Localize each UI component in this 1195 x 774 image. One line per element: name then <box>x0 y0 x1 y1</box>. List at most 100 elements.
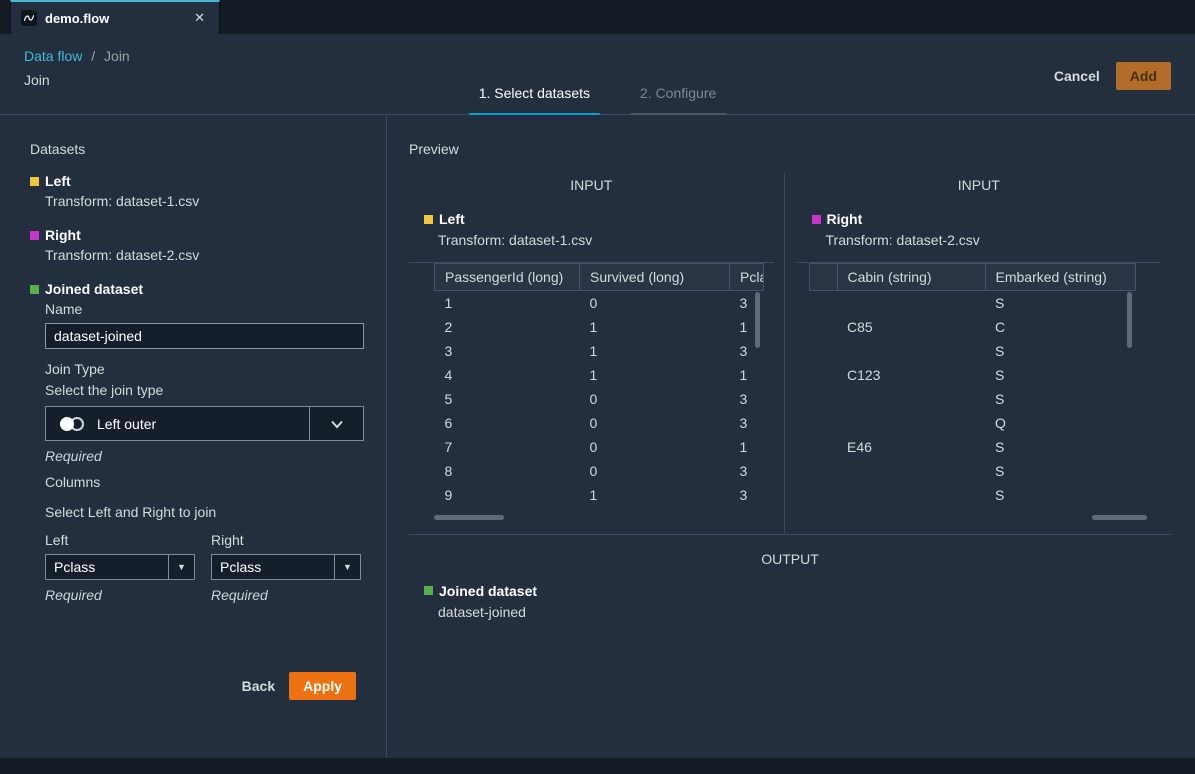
dataset-name: Left <box>439 211 465 227</box>
output-dataset-value: dataset-joined <box>438 604 1171 620</box>
table-cell <box>837 483 985 507</box>
table-cell <box>809 483 837 507</box>
input-section-title: INPUT <box>409 177 774 193</box>
table-row: 701 <box>435 435 764 459</box>
table-cell: 3 <box>730 411 764 435</box>
join-type-label: Join Type <box>45 361 362 377</box>
wizard-steps: 1. Select datasets 2. Configure <box>469 85 727 115</box>
panel-actions: Back Apply <box>242 672 356 700</box>
dataset-name: Right <box>827 211 863 227</box>
table-cell: C123 <box>837 363 985 387</box>
columns-hint: Select Left and Right to join <box>45 504 362 520</box>
add-button[interactable]: Add <box>1116 62 1171 90</box>
breadcrumb-data-flow-link[interactable]: Data flow <box>24 48 82 64</box>
left-outer-join-icon <box>60 416 85 432</box>
breadcrumb: Data flow / Join <box>24 48 1171 64</box>
input-section-title: INPUT <box>797 177 1162 193</box>
dataset-transform: Transform: dataset-1.csv <box>438 232 774 248</box>
cancel-button[interactable]: Cancel <box>1054 68 1100 84</box>
table-cell: E46 <box>837 435 985 459</box>
status-bar <box>0 758 1195 774</box>
table-row: 803 <box>435 459 764 483</box>
dataset-name: Joined dataset <box>439 583 537 599</box>
column-header: PassengerId (long) <box>435 264 580 291</box>
input-right-preview: INPUT Right Transform: dataset-2.csv Cab… <box>784 173 1172 534</box>
table-row: S <box>809 459 1135 483</box>
column-header: Embarked (string) <box>985 264 1135 291</box>
left-dataset-table: PassengerId (long)Survived (long)Pclass1… <box>434 263 763 507</box>
table-row: 103 <box>435 291 764 315</box>
datasets-label: Datasets <box>30 141 362 157</box>
breadcrumb-current: Join <box>104 48 130 64</box>
table-row: 313 <box>435 339 764 363</box>
right-dataset-table: Cabin (string)Embarked (string)SC85CSC12… <box>809 263 1135 507</box>
left-dataset-color-swatch <box>30 177 39 186</box>
right-dataset-color-swatch <box>30 231 39 240</box>
close-icon[interactable]: ✕ <box>190 8 209 28</box>
table-row: 603 <box>435 411 764 435</box>
join-type-value: Left outer <box>97 416 156 432</box>
table-cell: S <box>985 459 1135 483</box>
tab-title: demo.flow <box>45 11 190 26</box>
output-dataset: Joined dataset dataset-joined <box>409 583 1171 620</box>
table-cell: 1 <box>435 291 580 315</box>
header: Data flow / Join Join 1. Select datasets… <box>0 34 1195 115</box>
table-row: 913 <box>435 483 764 507</box>
table-row: S <box>809 483 1135 507</box>
table-cell: 1 <box>580 339 730 363</box>
table-cell: C <box>985 315 1135 339</box>
column-header <box>809 264 837 291</box>
right-dataset-color-swatch <box>812 215 821 224</box>
horizontal-scrollbar[interactable] <box>1092 515 1147 520</box>
required-hint: Required <box>211 587 361 603</box>
table-row: C123S <box>809 363 1135 387</box>
table-cell: 4 <box>435 363 580 387</box>
left-column-select[interactable]: Pclass ▼ <box>45 554 195 580</box>
horizontal-scrollbar[interactable] <box>434 515 504 520</box>
join-config-panel: Datasets Left Transform: dataset-1.csv R… <box>0 115 387 758</box>
table-cell: C85 <box>837 315 985 339</box>
table-cell: 3 <box>435 339 580 363</box>
dataset-name: Right <box>45 227 81 243</box>
table-row: 211 <box>435 315 764 339</box>
table-row: C85C <box>809 315 1135 339</box>
table-cell: 0 <box>580 291 730 315</box>
dropdown-arrow-icon: ▼ <box>168 555 194 579</box>
tab-demo-flow[interactable]: demo.flow ✕ <box>10 0 220 34</box>
vertical-scrollbar[interactable] <box>755 292 760 348</box>
dataset-transform: Transform: dataset-2.csv <box>45 247 362 263</box>
table-cell <box>809 459 837 483</box>
dataset-name: Left <box>45 173 71 189</box>
dataset-name: Joined dataset <box>45 281 143 297</box>
table-cell <box>809 339 837 363</box>
tab-configure[interactable]: 2. Configure <box>630 85 726 115</box>
left-column-label: Left <box>45 532 195 548</box>
right-column-value: Pclass <box>212 559 261 575</box>
table-row: Q <box>809 411 1135 435</box>
back-button[interactable]: Back <box>242 678 275 694</box>
table-cell: 9 <box>435 483 580 507</box>
vertical-scrollbar[interactable] <box>1127 292 1132 348</box>
right-column-select[interactable]: Pclass ▼ <box>211 554 361 580</box>
chevron-down-icon[interactable] <box>309 407 363 440</box>
table-cell: 1 <box>730 363 764 387</box>
main-content: Datasets Left Transform: dataset-1.csv R… <box>0 115 1195 758</box>
table-cell: Q <box>985 411 1135 435</box>
table-cell: 7 <box>435 435 580 459</box>
table-row: S <box>809 339 1135 363</box>
input-left-preview: INPUT Left Transform: dataset-1.csv Pass… <box>409 173 784 534</box>
table-cell: S <box>985 363 1135 387</box>
table-cell <box>837 387 985 411</box>
join-type-select[interactable]: Left outer <box>45 406 364 441</box>
right-column-label: Right <box>211 532 361 548</box>
inputs-row: INPUT Left Transform: dataset-1.csv Pass… <box>409 173 1171 535</box>
table-cell: 3 <box>730 387 764 411</box>
table-cell: 0 <box>580 411 730 435</box>
columns-label: Columns <box>45 474 362 490</box>
apply-button[interactable]: Apply <box>289 672 356 700</box>
joined-dataset-name-input[interactable] <box>45 323 364 349</box>
table-row: 411 <box>435 363 764 387</box>
dataset-item-left: Left Transform: dataset-1.csv <box>30 173 362 209</box>
tab-select-datasets[interactable]: 1. Select datasets <box>469 85 600 115</box>
table-cell <box>837 411 985 435</box>
